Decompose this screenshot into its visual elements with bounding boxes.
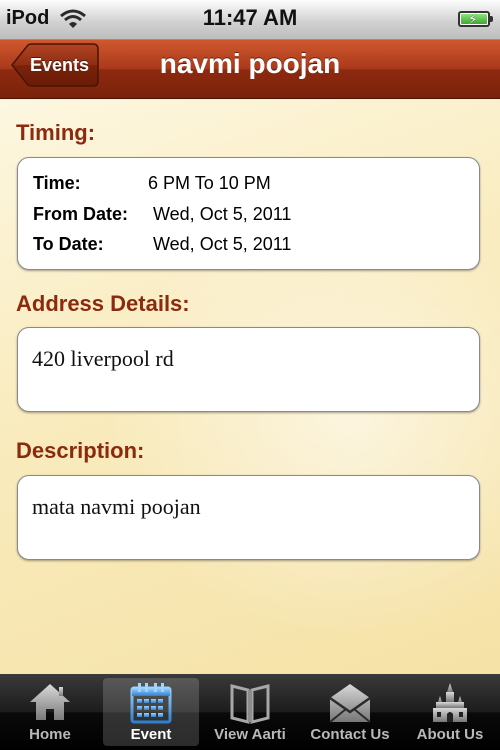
from-date-value: Wed, Oct 5, 2011: [153, 204, 292, 224]
status-bar: iPod 11:47 AM ⚡: [0, 0, 500, 40]
tab-event-label: Event: [130, 726, 172, 743]
event-detail-content: Timing: Time: 6 PM To 10 PM From Date: W…: [0, 100, 500, 674]
timing-section-title: Timing:: [16, 120, 96, 145]
to-date-label: To Date:: [33, 234, 104, 254]
mail-icon: [328, 682, 372, 728]
page-title: navmi poojan: [159, 48, 341, 79]
tab-contact-us-label: Contact Us: [310, 726, 390, 743]
home-icon: [28, 682, 72, 726]
back-button[interactable]: Events: [10, 43, 99, 87]
from-date-label: From Date:: [33, 204, 129, 224]
calendar-icon: [129, 682, 173, 728]
navigation-bar: Events navmi poojan: [0, 40, 500, 99]
book-icon: [228, 682, 272, 728]
description-section-title: Description:: [16, 438, 145, 463]
address-value: 420 liverpool rd: [32, 346, 174, 371]
tab-about-us[interactable]: About Us: [402, 678, 498, 746]
tab-home-label: Home: [29, 726, 71, 743]
tab-view-aarti[interactable]: View Aarti: [202, 678, 298, 746]
tab-contact-us[interactable]: Contact Us: [302, 678, 398, 746]
address-section-title: Address Details:: [16, 291, 190, 316]
address-card: 420 liverpool rd: [17, 327, 480, 412]
timing-card: Time: 6 PM To 10 PM From Date: Wed, Oct …: [17, 157, 480, 270]
tab-view-aarti-label: View Aarti: [214, 726, 286, 743]
tab-home[interactable]: Home: [2, 678, 98, 746]
battery-icon: ⚡: [458, 11, 493, 27]
description-card: mata navmi poojan: [17, 475, 480, 560]
description-value: mata navmi poojan: [32, 494, 201, 519]
time-label: Time:: [33, 173, 81, 193]
tab-bar: Home Event View Aarti Contact Us About U…: [0, 674, 500, 750]
charging-icon: ⚡: [468, 11, 478, 27]
back-button-label: Events: [29, 54, 90, 75]
tab-about-us-label: About Us: [416, 726, 484, 743]
tab-event[interactable]: Event: [103, 678, 199, 746]
status-time: 11:47 AM: [202, 5, 298, 30]
time-value: 6 PM To 10 PM: [148, 173, 271, 193]
temple-icon: [428, 682, 472, 728]
to-date-value: Wed, Oct 5, 2011: [153, 234, 292, 254]
